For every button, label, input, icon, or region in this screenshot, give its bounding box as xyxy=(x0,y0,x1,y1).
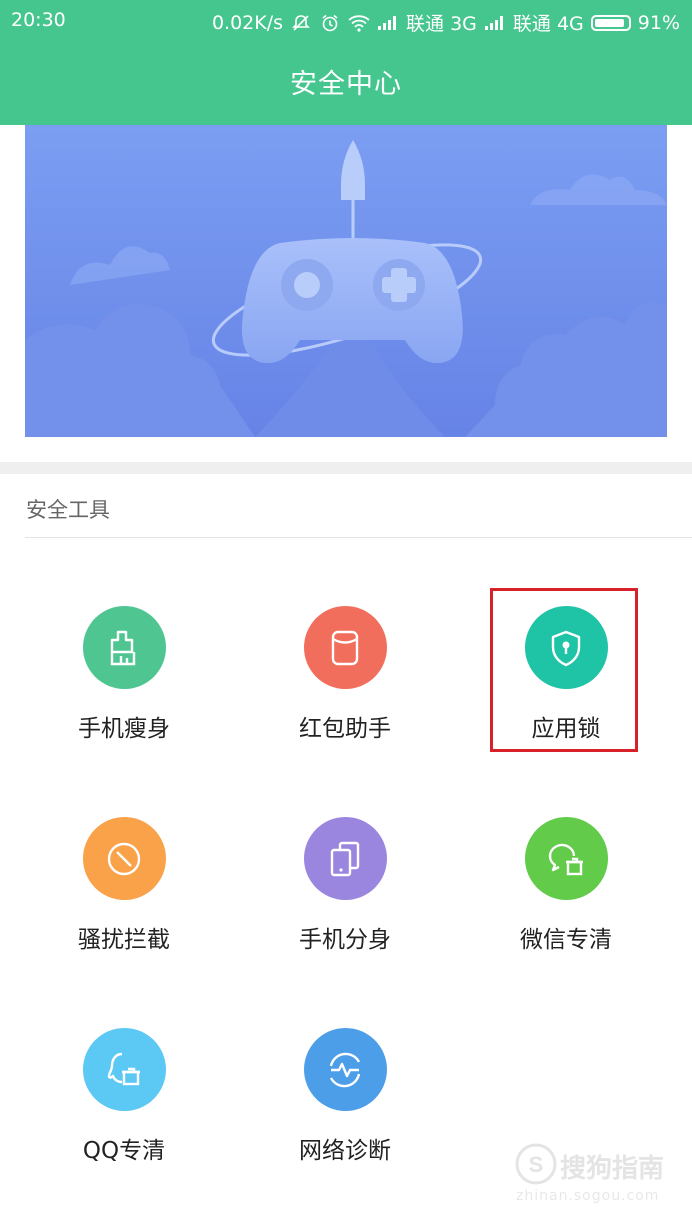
tool-label: 手机瘦身 xyxy=(78,716,170,742)
status-indicators: 0.02K/s 联通 3G 联通 4G 91% xyxy=(212,9,680,36)
carrier-sim1: 联通 3G xyxy=(406,13,477,35)
network-diagnose-icon xyxy=(303,1028,387,1111)
signal-icon-sim1 xyxy=(377,13,399,33)
watermark-text: 搜狗指南 xyxy=(560,1154,665,1184)
wifi-icon xyxy=(348,13,370,33)
dual-phone-icon xyxy=(303,817,387,900)
battery-percent: 91% xyxy=(637,11,680,34)
block-icon xyxy=(82,817,166,900)
tool-label: 网络诊断 xyxy=(299,1138,391,1164)
section-divider xyxy=(0,462,692,474)
sogou-logo-icon: S xyxy=(515,1143,557,1185)
status-bar: 20:30 0.02K/s 联通 3G 联通 4G 91% xyxy=(0,0,692,40)
signal-icon-sim2 xyxy=(484,13,506,33)
wechat-clean-icon xyxy=(524,817,608,900)
highlight-box xyxy=(490,588,638,752)
tool-network-diagnose[interactable]: 网络诊断 xyxy=(245,1028,445,1165)
svg-text:S: S xyxy=(529,1152,544,1177)
tool-red-envelope[interactable]: 红包助手 xyxy=(245,606,445,743)
tool-label: QQ专清 xyxy=(82,1138,166,1164)
battery-icon xyxy=(590,14,631,31)
watermark: S 搜狗指南 zhinan.sogou.com xyxy=(512,1140,682,1210)
tool-wechat-clean[interactable]: 微信专清 xyxy=(466,817,666,954)
app-header: 20:30 0.02K/s 联通 3G 联通 4G 91% 安全中心 xyxy=(0,0,692,125)
tool-label: 骚扰拦截 xyxy=(78,927,170,953)
tool-harassment-block[interactable]: 骚扰拦截 xyxy=(24,817,224,954)
status-time: 20:30 xyxy=(11,9,66,31)
tool-dual-phone[interactable]: 手机分身 xyxy=(245,817,445,954)
page-title: 安全中心 xyxy=(290,69,402,100)
tool-label: 微信专清 xyxy=(520,927,612,953)
network-speed: 0.02K/s xyxy=(211,11,284,34)
banner-illustration xyxy=(25,125,667,437)
broom-icon xyxy=(82,606,166,689)
carrier-sim2: 联通 4G xyxy=(512,13,584,35)
red-envelope-icon xyxy=(303,606,387,689)
tool-qq-clean[interactable]: QQ专清 xyxy=(24,1028,224,1165)
tool-phone-cleanup[interactable]: 手机瘦身 xyxy=(24,606,224,743)
mute-icon xyxy=(290,13,312,33)
tool-label: 红包助手 xyxy=(299,716,391,742)
tool-label: 手机分身 xyxy=(299,927,391,953)
section-title: 安全工具 xyxy=(26,498,110,522)
section-underline xyxy=(25,537,692,538)
qq-clean-icon xyxy=(82,1028,166,1111)
alarm-icon xyxy=(319,13,341,33)
watermark-url: zhinan.sogou.com xyxy=(516,1188,660,1204)
